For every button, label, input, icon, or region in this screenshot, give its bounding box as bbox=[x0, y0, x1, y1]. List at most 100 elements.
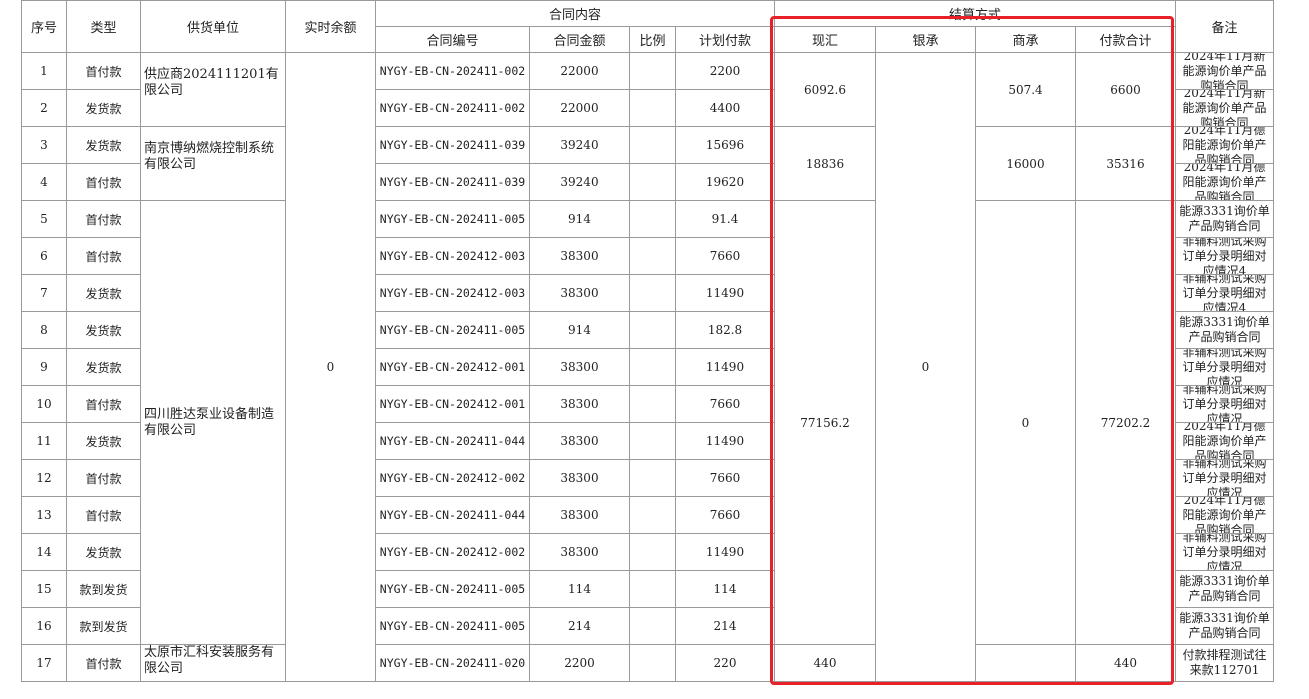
table-row: 17 首付款 太原市汇科安装服务有限公司 NYGY-EB-CN-202411-0… bbox=[21, 644, 1274, 682]
cell-cash: 18836 bbox=[774, 126, 876, 201]
remark-text: 非辅料测试采购订单分录明细对应情况 bbox=[1182, 386, 1267, 422]
cell-planned-payment: 7660 bbox=[675, 459, 775, 497]
cell-type: 首付款 bbox=[66, 385, 141, 423]
cell-contract-amount: 39240 bbox=[529, 126, 630, 164]
header-remark: 备注 bbox=[1175, 0, 1274, 53]
cell-planned-payment: 11490 bbox=[675, 274, 775, 312]
remark-text: 2024年11月德阳能源询价单产品购销合同 bbox=[1182, 164, 1267, 200]
remark-text: 非辅料测试采购订单分录明细对应情况 bbox=[1182, 349, 1267, 385]
remark-text: 能源3331询价单产品购销合同 bbox=[1179, 574, 1270, 603]
header-seq: 序号 bbox=[21, 0, 67, 53]
header-contract-group: 合同内容 bbox=[375, 0, 775, 27]
header-planned-payment: 计划付款 bbox=[675, 26, 775, 53]
cell-type: 款到发货 bbox=[66, 607, 141, 645]
cell-contract-amount: 914 bbox=[529, 311, 630, 349]
cell-type: 首付款 bbox=[66, 496, 141, 534]
cell-planned-payment: 11490 bbox=[675, 422, 775, 460]
cell-commercial-acceptance bbox=[975, 644, 1076, 682]
cell-ratio bbox=[629, 385, 676, 423]
cell-seq: 11 bbox=[21, 422, 67, 460]
cell-planned-payment: 2200 bbox=[675, 52, 775, 90]
cell-seq: 9 bbox=[21, 348, 67, 386]
cell-cash: 77156.2 bbox=[774, 200, 876, 645]
cell-seq: 4 bbox=[21, 163, 67, 201]
cell-remark: 非辅料测试采购订单分录明细对应情况 bbox=[1175, 459, 1274, 497]
cell-payment-total: 440 bbox=[1075, 644, 1176, 682]
cell-type: 首付款 bbox=[66, 644, 141, 682]
cell-seq: 15 bbox=[21, 570, 67, 608]
cell-type: 发货款 bbox=[66, 89, 141, 127]
cell-remark: 2024年11月德阳能源询价单产品购销合同 bbox=[1175, 422, 1274, 460]
cell-contract-amount: 38300 bbox=[529, 385, 630, 423]
cell-contract-no: NYGY-EB-CN-202412-001 bbox=[375, 348, 530, 386]
cell-seq: 10 bbox=[21, 385, 67, 423]
cell-type: 款到发货 bbox=[66, 570, 141, 608]
cell-planned-payment: 214 bbox=[675, 607, 775, 645]
cell-contract-no: NYGY-EB-CN-202411-005 bbox=[375, 570, 530, 608]
cell-contract-amount: 114 bbox=[529, 570, 630, 608]
cell-remark: 非辅料测试采购订单分录明细对应情况4 bbox=[1175, 237, 1274, 275]
cell-remark: 2024年11月新能源询价单产品购销合同 bbox=[1175, 52, 1274, 90]
remark-text: 2024年11月新能源询价单产品购销合同 bbox=[1182, 53, 1267, 89]
cell-balance: 0 bbox=[285, 52, 376, 682]
cell-contract-no: NYGY-EB-CN-202411-005 bbox=[375, 200, 530, 238]
cell-cash: 6092.6 bbox=[774, 52, 876, 127]
cell-contract-no: NYGY-EB-CN-202411-005 bbox=[375, 607, 530, 645]
header-bank-acceptance: 银承 bbox=[875, 26, 976, 53]
cell-seq: 3 bbox=[21, 126, 67, 164]
cell-type: 首付款 bbox=[66, 200, 141, 238]
remark-text: 能源3331询价单产品购销合同 bbox=[1179, 315, 1270, 344]
remark-text: 非辅料测试采购订单分录明细对应情况 bbox=[1182, 460, 1267, 496]
cell-ratio bbox=[629, 570, 676, 608]
cell-contract-amount: 214 bbox=[529, 607, 630, 645]
remark-text: 付款排程测试往来款112701 bbox=[1182, 648, 1267, 677]
cell-contract-no: NYGY-EB-CN-202412-002 bbox=[375, 533, 530, 571]
cell-contract-no: NYGY-EB-CN-202411-005 bbox=[375, 311, 530, 349]
cell-contract-amount: 38300 bbox=[529, 348, 630, 386]
cell-commercial-acceptance: 507.4 bbox=[975, 52, 1076, 127]
cell-ratio bbox=[629, 422, 676, 460]
cell-remark: 付款排程测试往来款112701 bbox=[1175, 644, 1274, 682]
cell-supplier: 四川胜达泵业设备制造有限公司 bbox=[140, 200, 286, 645]
cell-remark: 能源3331询价单产品购销合同 bbox=[1175, 311, 1274, 349]
remark-text: 2024年11月德阳能源询价单产品购销合同 bbox=[1182, 497, 1267, 533]
cell-commercial-acceptance: 0 bbox=[975, 200, 1076, 645]
cell-seq: 16 bbox=[21, 607, 67, 645]
cell-contract-amount: 22000 bbox=[529, 52, 630, 90]
cell-contract-amount: 38300 bbox=[529, 533, 630, 571]
cell-planned-payment: 19620 bbox=[675, 163, 775, 201]
cell-contract-amount: 38300 bbox=[529, 422, 630, 460]
cell-planned-payment: 182.8 bbox=[675, 311, 775, 349]
cell-type: 发货款 bbox=[66, 533, 141, 571]
cell-contract-no: NYGY-EB-CN-202411-044 bbox=[375, 422, 530, 460]
cell-payment-total: 6600 bbox=[1075, 52, 1176, 127]
cell-remark: 2024年11月德阳能源询价单产品购销合同 bbox=[1175, 126, 1274, 164]
cell-remark: 2024年11月德阳能源询价单产品购销合同 bbox=[1175, 496, 1274, 534]
cell-payment-total: 35316 bbox=[1075, 126, 1176, 201]
cell-type: 发货款 bbox=[66, 348, 141, 386]
cell-type: 发货款 bbox=[66, 311, 141, 349]
cell-contract-no: NYGY-EB-CN-202411-002 bbox=[375, 89, 530, 127]
cell-payment-total: 77202.2 bbox=[1075, 200, 1176, 645]
cell-planned-payment: 91.4 bbox=[675, 200, 775, 238]
cell-seq: 7 bbox=[21, 274, 67, 312]
cell-contract-amount: 38300 bbox=[529, 459, 630, 497]
cell-supplier: 太原市汇科安装服务有限公司 bbox=[140, 644, 286, 682]
cell-seq: 8 bbox=[21, 311, 67, 349]
header-cash: 现汇 bbox=[774, 26, 876, 53]
header-balance: 实时余额 bbox=[285, 0, 376, 53]
cell-remark: 非辅料测试采购订单分录明细对应情况 bbox=[1175, 385, 1274, 423]
cell-seq: 14 bbox=[21, 533, 67, 571]
cell-type: 首付款 bbox=[66, 459, 141, 497]
cell-ratio bbox=[629, 607, 676, 645]
cell-seq: 2 bbox=[21, 89, 67, 127]
cell-type: 首付款 bbox=[66, 52, 141, 90]
cell-planned-payment: 4400 bbox=[675, 89, 775, 127]
remark-text: 能源3331询价单产品购销合同 bbox=[1179, 204, 1270, 233]
cell-seq: 12 bbox=[21, 459, 67, 497]
cell-seq: 6 bbox=[21, 237, 67, 275]
cell-contract-no: NYGY-EB-CN-202411-039 bbox=[375, 126, 530, 164]
cell-cash: 440 bbox=[774, 644, 876, 682]
cell-ratio bbox=[629, 274, 676, 312]
cell-ratio bbox=[629, 89, 676, 127]
